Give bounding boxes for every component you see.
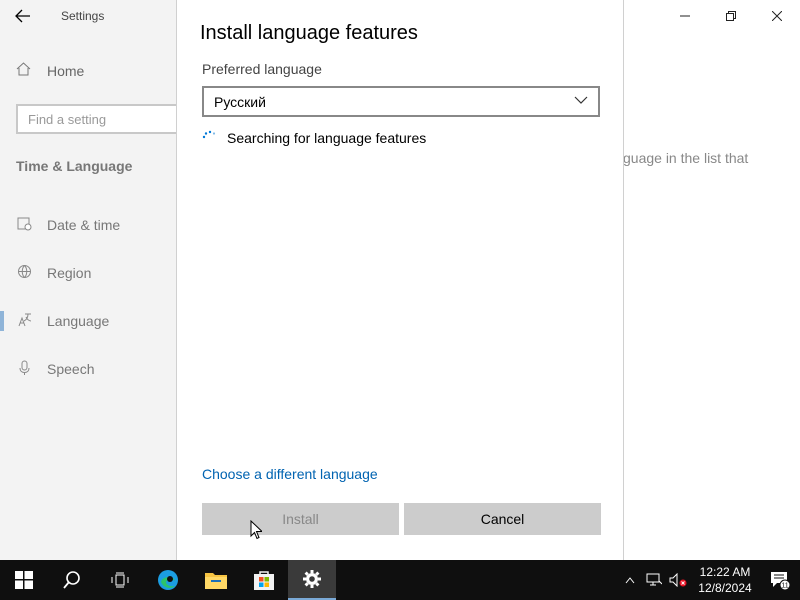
dialog-title: Install language features [200,22,418,44]
notification-icon: 11 [771,572,790,590]
edge-browser-icon [158,570,178,590]
nav-item-language[interactable]: Language [0,309,110,333]
preferred-language-label: Preferred language [202,61,322,77]
app-title: Settings [61,9,105,23]
store-button[interactable] [240,560,288,600]
loading-spinner-icon [202,130,216,139]
settings-sidebar: Settings Home Find a setting Time & Lang… [0,0,176,560]
install-language-dialog: Install language features Preferred lang… [176,0,624,560]
clock[interactable]: 12:22 AM 12/8/2024 [690,564,760,596]
chevron-up-icon [625,577,635,584]
search-status-text: Searching for language features [227,130,427,146]
volume-button[interactable] [666,560,690,600]
system-tray: 12:22 AM 12/8/2024 11 [618,560,800,600]
search-input[interactable]: Find a setting [16,104,176,134]
active-indicator [0,311,4,331]
clock-time: 12:22 AM [699,565,751,579]
search-button[interactable] [48,560,96,600]
install-button[interactable]: Install [202,503,399,535]
window-controls [662,0,800,32]
search-icon [63,571,80,589]
search-status: Searching for language features [202,130,426,146]
network-icon [646,573,662,586]
close-button[interactable] [754,0,800,32]
restore-icon [726,11,736,21]
back-button[interactable] [0,0,46,32]
notification-count: 11 [781,583,788,590]
section-title: Time & Language [16,158,133,174]
close-icon [772,11,782,21]
language-dropdown-value: Русский [214,93,266,110]
edge-browser-button[interactable] [144,560,192,600]
taskbar: 12:22 AM 12/8/2024 11 [0,560,800,600]
nav-home-label: Home [47,63,85,79]
notification-center-button[interactable]: 11 [760,560,800,600]
titlebar: Settings [0,0,176,32]
background-description-text: guage in the list that [623,150,749,166]
nav-item-speech[interactable]: Speech [16,357,94,381]
clock-date: 12/8/2024 [698,581,752,595]
settings-taskbar-button[interactable] [288,560,336,600]
mouse-pointer-icon [250,520,262,540]
nav-item-label: Region [47,265,92,281]
nav-item-label: Date & time [47,217,121,233]
nav-item-label: Speech [47,361,95,377]
globe-icon [16,264,32,282]
file-explorer-button[interactable] [192,560,240,600]
back-arrow-icon [15,9,30,23]
minimize-button[interactable] [662,0,708,32]
language-icon [16,312,32,330]
start-button[interactable] [0,560,48,600]
gear-icon [303,570,321,588]
microphone-icon [16,360,32,379]
cancel-button[interactable]: Cancel [404,503,601,535]
task-view-icon [111,572,129,588]
task-view-button[interactable] [96,560,144,600]
volume-muted-icon [669,573,687,587]
nav-home[interactable]: Home [16,62,84,80]
show-hidden-icons-button[interactable] [618,560,642,600]
store-bag-icon [254,571,274,590]
home-icon [16,62,32,80]
minimize-icon [680,15,690,17]
nav-item-label: Language [47,313,110,329]
folder-icon [205,573,227,589]
restore-button[interactable] [708,0,754,32]
nav-item-date-time[interactable]: Date & time [16,213,120,237]
network-button[interactable] [642,560,666,600]
chevron-down-icon [574,96,588,104]
choose-different-language-link[interactable]: Choose a different language [202,466,378,482]
calendar-clock-icon [16,216,32,234]
nav-item-region[interactable]: Region [16,261,91,285]
windows-logo-icon [15,571,33,589]
language-dropdown[interactable]: Русский [202,86,600,117]
